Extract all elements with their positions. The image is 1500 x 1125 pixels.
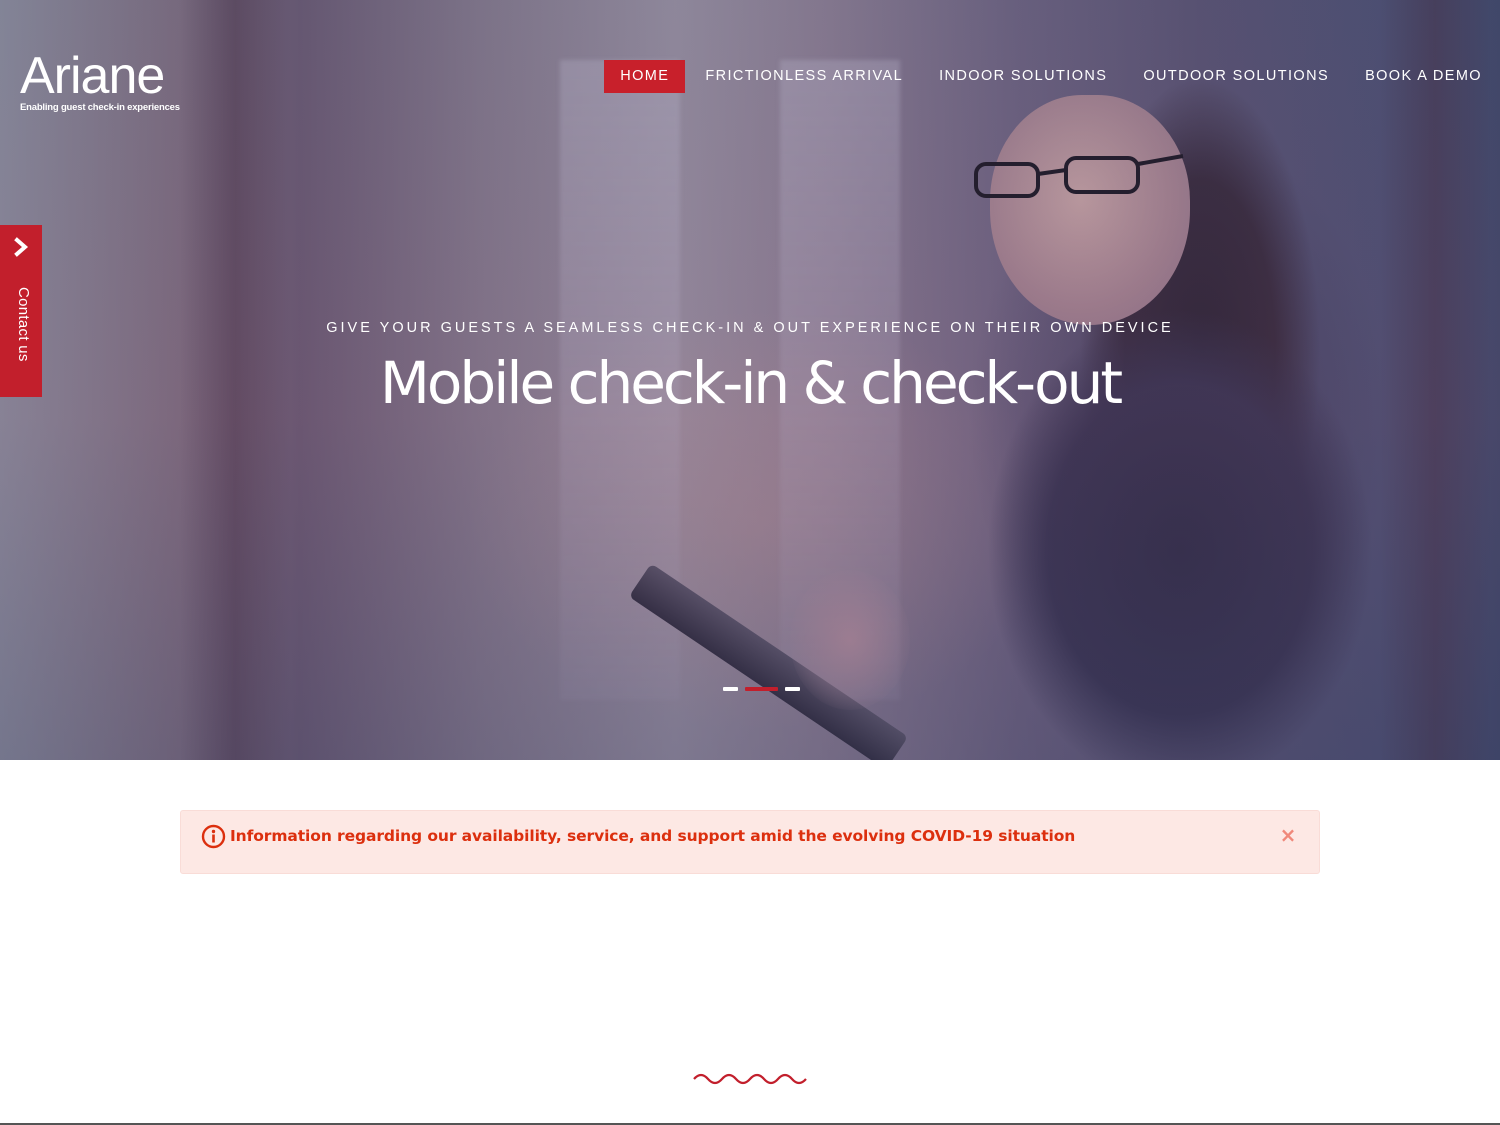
slide-indicator-3[interactable] xyxy=(785,686,800,691)
logo-tagline: Enabling guest check-in experiences xyxy=(20,102,180,113)
alert-message-link[interactable]: Information regarding our availability, … xyxy=(230,827,1075,845)
hero-title: Mobile check-in & check-out xyxy=(379,349,1123,417)
nav-item-outdoor-solutions[interactable]: OUTDOOR SOLUTIONS xyxy=(1127,60,1345,93)
nav-item-indoor-solutions[interactable]: INDOOR SOLUTIONS xyxy=(923,60,1123,93)
slide-indicator-1[interactable] xyxy=(723,686,738,691)
covid-alert: Information regarding our availability, … xyxy=(180,810,1320,874)
slider-indicators xyxy=(723,686,807,691)
close-icon[interactable]: × xyxy=(1277,823,1299,847)
wave-divider-icon xyxy=(693,1073,807,1085)
chevron-right-icon xyxy=(14,237,29,257)
slide-indicator-2[interactable] xyxy=(745,686,778,691)
info-icon xyxy=(201,824,226,849)
nav-item-home[interactable]: HOME xyxy=(604,60,686,93)
main-nav: HOME FRICTIONLESS ARRIVAL INDOOR SOLUTIO… xyxy=(600,60,1500,93)
ariane-logo[interactable]: Ariane Enabling guest check-in experienc… xyxy=(20,46,180,118)
hero-subtitle: GIVE YOUR GUESTS A SEAMLESS CHECK-IN & O… xyxy=(326,320,1174,336)
nav-item-frictionless-arrival[interactable]: FRICTIONLESS ARRIVAL xyxy=(689,60,919,93)
nav-item-book-a-demo[interactable]: BOOK A DEMO xyxy=(1349,60,1500,93)
logo-wordmark: Ariane xyxy=(20,47,165,105)
